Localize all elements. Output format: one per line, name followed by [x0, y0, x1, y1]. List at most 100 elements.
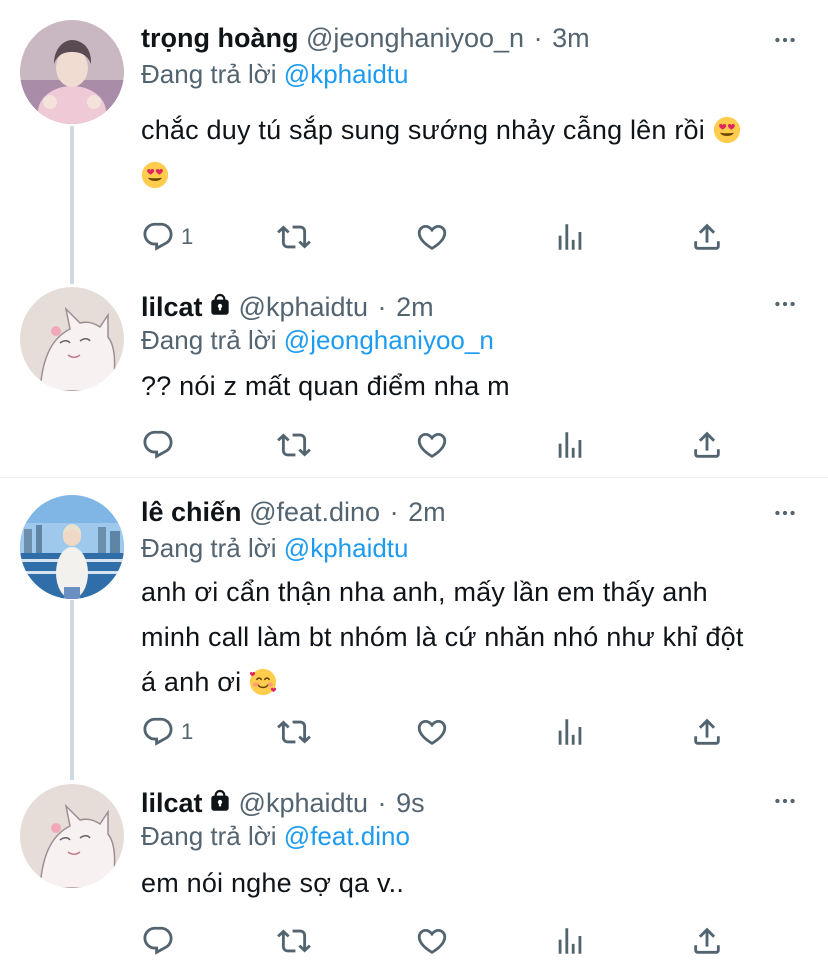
- avatar[interactable]: [20, 20, 124, 124]
- replying-to: Đang trả lời @kphaidtu: [141, 532, 409, 564]
- reply-count: 1: [181, 224, 194, 249]
- views-button[interactable]: [553, 217, 587, 257]
- heart-eyes-emoji-icon: [141, 161, 169, 189]
- tweet-text: ?? nói z mất quan điểm nha m: [141, 371, 510, 401]
- thread-line: [70, 600, 74, 780]
- user-handle[interactable]: @feat.dino: [249, 497, 380, 527]
- heart-icon: [415, 220, 449, 254]
- mention-link[interactable]: @kphaidtu: [284, 533, 409, 563]
- replying-to: Đang trả lời @feat.dino: [141, 820, 410, 852]
- user-handle[interactable]: @kphaidtu: [239, 292, 369, 322]
- like-button[interactable]: [415, 425, 449, 465]
- share-icon: [690, 428, 724, 462]
- reply-button[interactable]: 1: [141, 217, 193, 257]
- retweet-button[interactable]: [277, 712, 311, 752]
- tweet-text-line: anh ơi cẩn thận nha anh, mấy lần em thấy…: [141, 577, 708, 607]
- share-button[interactable]: [690, 921, 724, 961]
- heart-icon: [415, 428, 449, 462]
- separator-dot: ·: [377, 292, 387, 322]
- share-icon: [690, 220, 724, 254]
- retweet-button[interactable]: [277, 425, 311, 465]
- avatar[interactable]: [20, 495, 124, 599]
- more-icon[interactable]: [772, 291, 798, 317]
- action-bar: 1: [141, 712, 741, 752]
- separator-dot: ·: [377, 788, 387, 818]
- mention-link[interactable]: @jeonghaniyoo_n: [284, 325, 494, 355]
- tweet-text-line: minh call làm bt nhóm là cứ nhăn nhó như…: [141, 622, 744, 652]
- share-icon: [690, 715, 724, 749]
- tweet-text-line: á anh ơi: [141, 667, 242, 697]
- tweet-header: trọng hoàng @jeonghaniyoo_n · 3m: [141, 22, 590, 54]
- retweet-icon: [277, 220, 311, 254]
- reply-button[interactable]: [141, 425, 181, 465]
- smiling-face-with-hearts-emoji-icon: [249, 668, 277, 696]
- more-icon[interactable]: [772, 27, 798, 53]
- more-icon[interactable]: [772, 788, 798, 814]
- tweet-header: lilcat @kphaidtu · 2m: [141, 291, 434, 323]
- retweet-button[interactable]: [277, 217, 311, 257]
- replying-label: Đang trả lời: [141, 533, 277, 563]
- share-button[interactable]: [690, 217, 724, 257]
- like-button[interactable]: [415, 217, 449, 257]
- replying-label: Đang trả lời: [141, 59, 277, 89]
- share-button[interactable]: [690, 425, 724, 465]
- share-icon: [690, 924, 724, 958]
- action-bar: 1: [141, 217, 741, 257]
- timestamp[interactable]: 2m: [408, 497, 446, 527]
- reply-icon: [141, 428, 175, 462]
- display-name[interactable]: lilcat: [141, 292, 203, 322]
- separator-dot: ·: [533, 23, 543, 53]
- retweet-icon: [277, 715, 311, 749]
- reply-button[interactable]: 1: [141, 712, 193, 752]
- tweet-text-line: chắc duy tú sắp sung sướng nhảy cẫng lên…: [141, 115, 705, 145]
- avatar[interactable]: [20, 784, 124, 888]
- mention-link[interactable]: @feat.dino: [284, 821, 410, 851]
- retweet-icon: [277, 924, 311, 958]
- action-bar: [141, 425, 741, 465]
- divider: [0, 477, 828, 478]
- replying-label: Đang trả lời: [141, 821, 277, 851]
- views-icon: [553, 428, 587, 462]
- display-name[interactable]: trọng hoàng: [141, 23, 298, 53]
- like-button[interactable]: [415, 712, 449, 752]
- views-button[interactable]: [553, 921, 587, 961]
- reply-icon: [141, 220, 175, 254]
- tweet-text: anh ơi cẩn thận nha anh, mấy lần em thấy…: [141, 570, 801, 705]
- replying-to: Đang trả lời @kphaidtu: [141, 58, 409, 90]
- views-icon: [553, 924, 587, 958]
- reply-button[interactable]: [141, 921, 181, 961]
- heart-eyes-emoji-icon: [713, 116, 741, 144]
- like-button[interactable]: [415, 921, 449, 961]
- tweet-text: chắc duy tú sắp sung sướng nhảy cẫng lên…: [141, 108, 801, 198]
- reply-icon: [141, 715, 175, 749]
- thread-line: [70, 126, 74, 284]
- display-name[interactable]: lê chiến: [141, 497, 242, 527]
- views-button[interactable]: [553, 712, 587, 752]
- timestamp[interactable]: 9s: [396, 788, 425, 818]
- user-handle[interactable]: @jeonghaniyoo_n: [306, 23, 524, 53]
- lock-icon: [207, 292, 233, 318]
- mention-link[interactable]: @kphaidtu: [284, 59, 409, 89]
- timestamp[interactable]: 3m: [552, 23, 590, 53]
- heart-icon: [415, 715, 449, 749]
- tweet-text: em nói nghe sợ qa v..: [141, 868, 405, 898]
- reply-count: 1: [181, 719, 194, 744]
- action-bar: [141, 921, 741, 961]
- retweet-icon: [277, 428, 311, 462]
- tweet-header: lê chiến @feat.dino · 2m: [141, 496, 446, 528]
- display-name[interactable]: lilcat: [141, 788, 203, 818]
- views-icon: [553, 220, 587, 254]
- separator-dot: ·: [389, 497, 399, 527]
- reply-icon: [141, 924, 175, 958]
- more-icon[interactable]: [772, 500, 798, 526]
- user-handle[interactable]: @kphaidtu: [239, 788, 369, 818]
- replying-to: Đang trả lời @jeonghaniyoo_n: [141, 324, 494, 356]
- retweet-button[interactable]: [277, 921, 311, 961]
- views-button[interactable]: [553, 425, 587, 465]
- lock-icon: [207, 788, 233, 814]
- views-icon: [553, 715, 587, 749]
- timestamp[interactable]: 2m: [396, 292, 434, 322]
- avatar[interactable]: [20, 287, 124, 391]
- share-button[interactable]: [690, 712, 724, 752]
- replying-label: Đang trả lời: [141, 325, 277, 355]
